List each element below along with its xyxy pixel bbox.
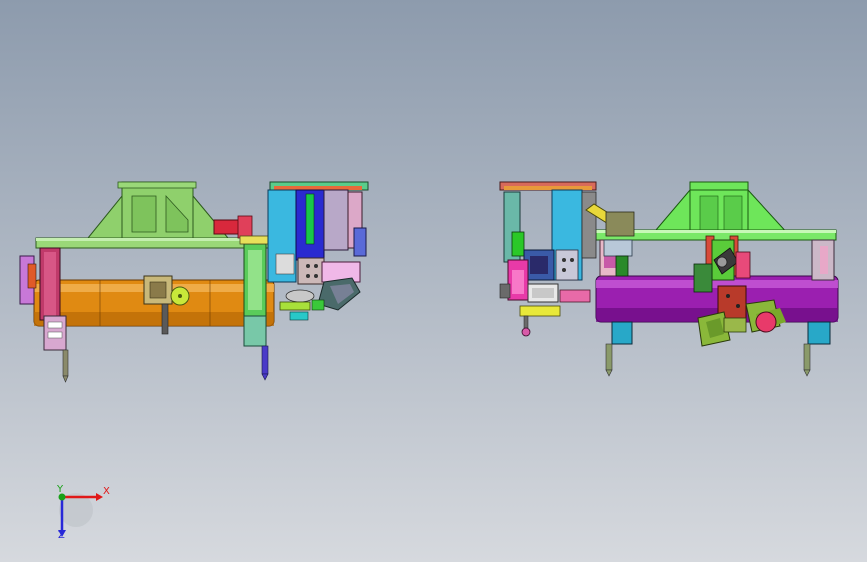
left-assembly[interactable] [19, 181, 369, 383]
cad-viewport[interactable]: X Y Z [0, 0, 867, 562]
model-canvas[interactable] [0, 0, 867, 562]
x-axis-label: X [103, 486, 110, 497]
right-assembly[interactable] [499, 181, 839, 377]
z-axis-label: Z [58, 530, 65, 541]
y-axis-label: Y [57, 484, 64, 495]
